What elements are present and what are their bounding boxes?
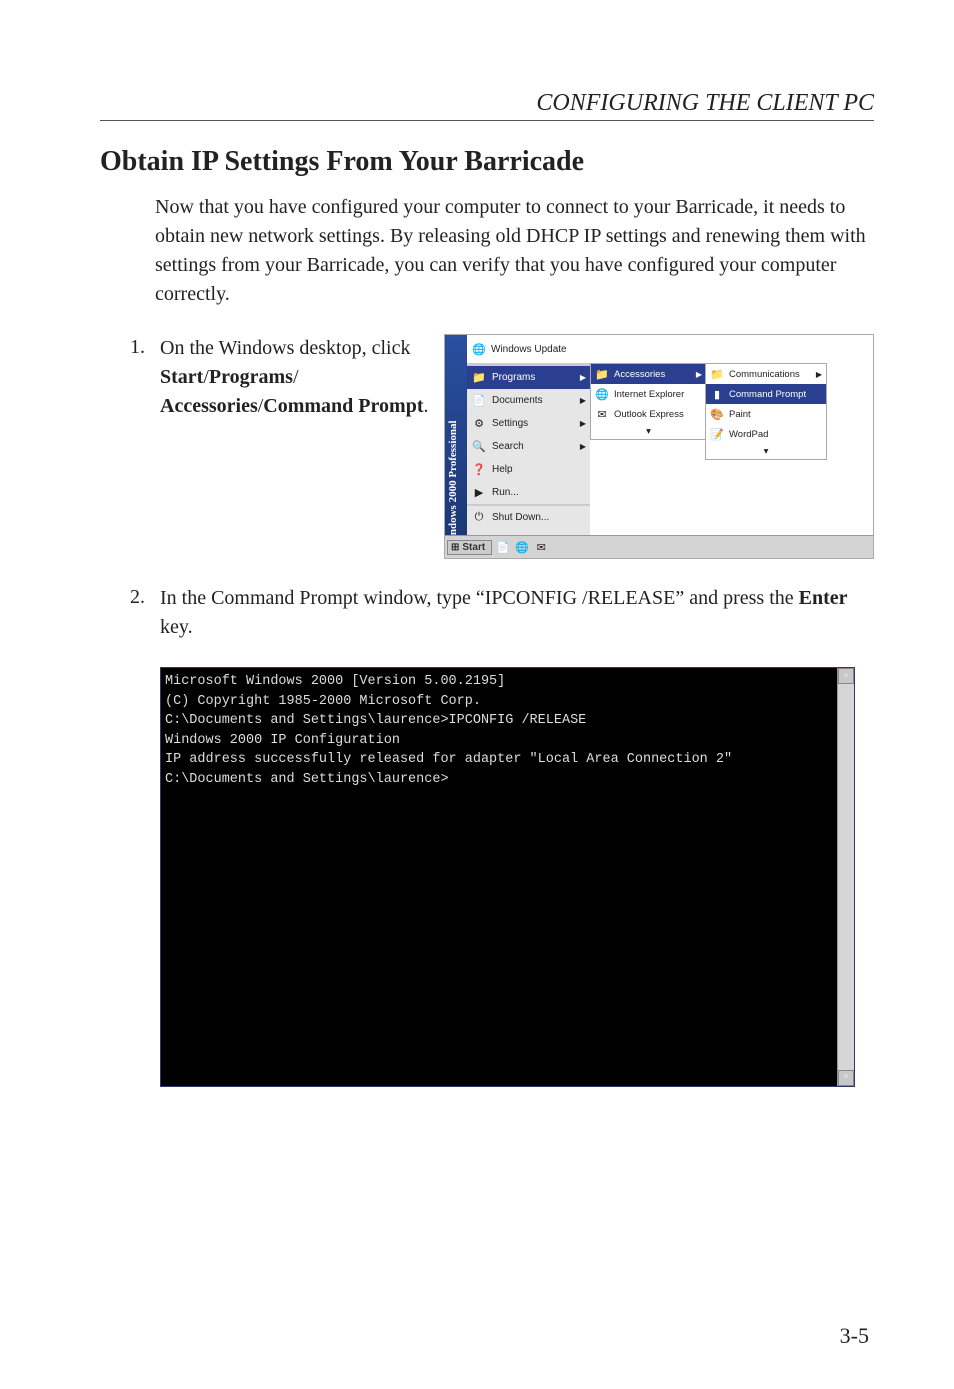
search-icon: 🔍 <box>471 439 487 455</box>
menu-label: Search <box>492 441 524 452</box>
cmd-line: Windows 2000 IP Configuration <box>165 731 854 751</box>
paint-icon: 🎨 <box>709 406 725 422</box>
menu-label: Accessories <box>614 369 665 380</box>
menu-label: WordPad <box>729 429 768 440</box>
cmd-line: IP address successfully released for ada… <box>165 750 854 770</box>
submenu-paint[interactable]: 🎨 Paint <box>706 404 826 424</box>
start-menu-column-main: 🌐 Windows Update 📁 Programs ▶ 📄 Document… <box>467 335 590 558</box>
globe-icon: 🌐 <box>471 341 487 357</box>
submenu-communications[interactable]: 📁 Communications ▶ <box>706 364 826 384</box>
step-2: 2. In the Command Prompt window, type “I… <box>110 584 874 642</box>
programs-icon: 📁 <box>471 370 487 386</box>
start-menu-figure: Windows 2000 Professional 🌐 Windows Upda… <box>444 334 874 559</box>
submenu-command-prompt[interactable]: ▮ Command Prompt <box>706 384 826 404</box>
section-title: Obtain IP Settings From Your Barricade <box>100 146 874 178</box>
run-icon: ▶ <box>471 485 487 501</box>
menu-label: Programs <box>492 372 535 383</box>
menu-help[interactable]: ❓ Help <box>467 458 590 481</box>
intro-paragraph: Now that you have configured your comput… <box>155 193 874 309</box>
menu-label: Settings <box>492 418 528 429</box>
submenu-outlook[interactable]: ✉ Outlook Express <box>591 404 706 424</box>
expand-icon: ▾ <box>764 446 769 457</box>
command-prompt-figure: Microsoft Windows 2000 [Version 5.00.219… <box>160 667 855 1087</box>
expand-icon: ▾ <box>646 426 651 437</box>
menu-label: Command Prompt <box>729 389 806 400</box>
menu-windows-update[interactable]: 🌐 Windows Update <box>467 335 590 364</box>
terminal-icon: ▮ <box>709 386 725 402</box>
os-banner: Windows 2000 Professional <box>445 335 467 558</box>
step-2-text: In the Command Prompt window, type “IPCO… <box>160 584 874 642</box>
chevron-right-icon: ▶ <box>580 419 586 428</box>
mail-icon: ✉ <box>594 406 610 422</box>
taskbar-icon[interactable]: 🌐 <box>514 539 530 555</box>
shutdown-icon: ⏻ <box>471 510 487 526</box>
page-number: 3-5 <box>840 1323 869 1349</box>
cmd-line: (C) Copyright 1985-2000 Microsoft Corp. <box>165 692 854 712</box>
settings-icon: ⚙ <box>471 416 487 432</box>
chevron-right-icon: ▶ <box>580 442 586 451</box>
menu-label: Run... <box>492 487 519 498</box>
taskbar: ⊞ Start 📄 🌐 ✉ <box>445 535 873 558</box>
menu-label: Shut Down... <box>492 512 549 523</box>
menu-label: Communications <box>729 369 800 380</box>
menu-label: Internet Explorer <box>614 389 684 400</box>
step-1-text: On the Windows desktop, click Start/Prog… <box>160 334 429 421</box>
taskbar-icon[interactable]: 📄 <box>495 539 511 555</box>
chevron-right-icon: ▶ <box>696 370 702 379</box>
ie-icon: 🌐 <box>594 386 610 402</box>
taskbar-icon[interactable]: ✉ <box>533 539 549 555</box>
menu-label: Paint <box>729 409 751 420</box>
scrollbar[interactable]: ▲ ▼ <box>837 668 854 1086</box>
menu-programs[interactable]: 📁 Programs ▶ <box>467 366 590 389</box>
step-2-number: 2. <box>110 584 145 609</box>
help-icon: ❓ <box>471 462 487 478</box>
cmd-line: Microsoft Windows 2000 [Version 5.00.219… <box>165 672 854 692</box>
submenu-wordpad[interactable]: 📝 WordPad <box>706 424 826 444</box>
chevron-right-icon: ▶ <box>816 370 822 379</box>
header-rule <box>100 120 874 121</box>
menu-label: Help <box>492 464 513 475</box>
step-1: 1. On the Windows desktop, click Start/P… <box>110 334 874 559</box>
wordpad-icon: 📝 <box>709 426 725 442</box>
menu-label: Documents <box>492 395 543 406</box>
documents-icon: 📄 <box>471 393 487 409</box>
start-menu-column-accessories: 📁 Communications ▶ ▮ Command Prompt 🎨 Pa… <box>705 363 827 460</box>
start-menu-column-programs: 📁 Accessories ▶ 🌐 Internet Explorer ✉ Ou… <box>590 363 707 440</box>
chevron-right-icon: ▶ <box>580 373 586 382</box>
cmd-line: C:\Documents and Settings\laurence>IPCON… <box>165 711 854 731</box>
svg-text:Windows 2000 Professional: Windows 2000 Professional <box>447 420 459 549</box>
menu-run[interactable]: ▶ Run... <box>467 481 590 504</box>
folder-icon: 📁 <box>594 366 610 382</box>
menu-shutdown[interactable]: ⏻ Shut Down... <box>467 506 590 529</box>
windows-icon: ⊞ <box>451 542 459 553</box>
menu-search[interactable]: 🔍 Search ▶ <box>467 435 590 458</box>
menu-documents[interactable]: 📄 Documents ▶ <box>467 389 590 412</box>
cmd-line: C:\Documents and Settings\laurence> <box>165 770 854 790</box>
menu-label: Windows Update <box>491 344 567 355</box>
submenu-expand[interactable]: ▾ <box>591 424 706 439</box>
chevron-right-icon: ▶ <box>580 396 586 405</box>
start-button[interactable]: ⊞ Start <box>447 540 492 555</box>
folder-icon: 📁 <box>709 366 725 382</box>
scroll-down-button[interactable]: ▼ <box>838 1070 854 1086</box>
step-1-number: 1. <box>110 334 145 359</box>
page-header: CONFIGURING THE CLIENT PC <box>100 90 874 117</box>
menu-label: Outlook Express <box>614 409 684 420</box>
submenu-ie[interactable]: 🌐 Internet Explorer <box>591 384 706 404</box>
scroll-up-button[interactable]: ▲ <box>838 668 854 684</box>
menu-settings[interactable]: ⚙ Settings ▶ <box>467 412 590 435</box>
submenu-accessories[interactable]: 📁 Accessories ▶ <box>591 364 706 384</box>
start-label: Start <box>462 542 485 553</box>
submenu-expand[interactable]: ▾ <box>706 444 826 459</box>
